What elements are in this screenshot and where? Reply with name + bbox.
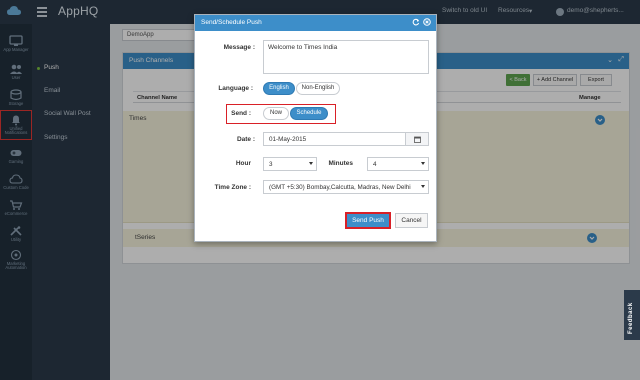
minutes-value: 4 (373, 161, 377, 168)
minutes-label: Minutes (328, 160, 353, 167)
language-label: Language : (218, 85, 253, 92)
calendar-button[interactable] (405, 132, 429, 146)
send-schedule-push-modal: Send/Schedule Push Message : Welcome to … (194, 14, 437, 242)
cancel-button[interactable]: Cancel (395, 213, 428, 228)
refresh-icon[interactable] (412, 18, 420, 26)
calendar-icon (414, 136, 421, 143)
send-schedule-toggle[interactable]: Schedule (290, 107, 328, 120)
close-icon[interactable] (423, 18, 431, 26)
minutes-select[interactable]: 4 (367, 157, 429, 171)
timezone-select[interactable]: (GMT +5:30) Bombay,Calcutta, Madras, New… (263, 180, 429, 194)
hour-value: 3 (269, 161, 273, 168)
hour-label: Hour (235, 160, 251, 167)
date-label: Date : (236, 136, 255, 143)
chevron-down-icon (309, 162, 313, 165)
language-non-english-toggle[interactable]: Non-English (296, 82, 340, 95)
feedback-label: Feedback (628, 302, 634, 334)
modal-title: Send/Schedule Push (201, 19, 262, 26)
timezone-value: (GMT +5:30) Bombay,Calcutta, Madras, New… (269, 184, 411, 191)
date-input[interactable]: 01-May-2015 (263, 132, 406, 146)
send-label: Send : (231, 110, 251, 117)
feedback-tab[interactable]: Feedback (624, 290, 640, 340)
chevron-down-icon (421, 185, 425, 188)
hour-select[interactable]: 3 (263, 157, 317, 171)
chevron-down-icon (421, 162, 425, 165)
send-push-button[interactable]: Send Push (345, 212, 391, 229)
timezone-label: Time Zone : (214, 184, 251, 191)
message-label: Message : (223, 44, 255, 51)
modal-header: Send/Schedule Push (195, 15, 436, 31)
send-now-toggle[interactable]: Now (263, 107, 289, 120)
language-english-toggle[interactable]: English (263, 82, 295, 95)
message-textarea[interactable]: Welcome to Times India (263, 40, 429, 74)
